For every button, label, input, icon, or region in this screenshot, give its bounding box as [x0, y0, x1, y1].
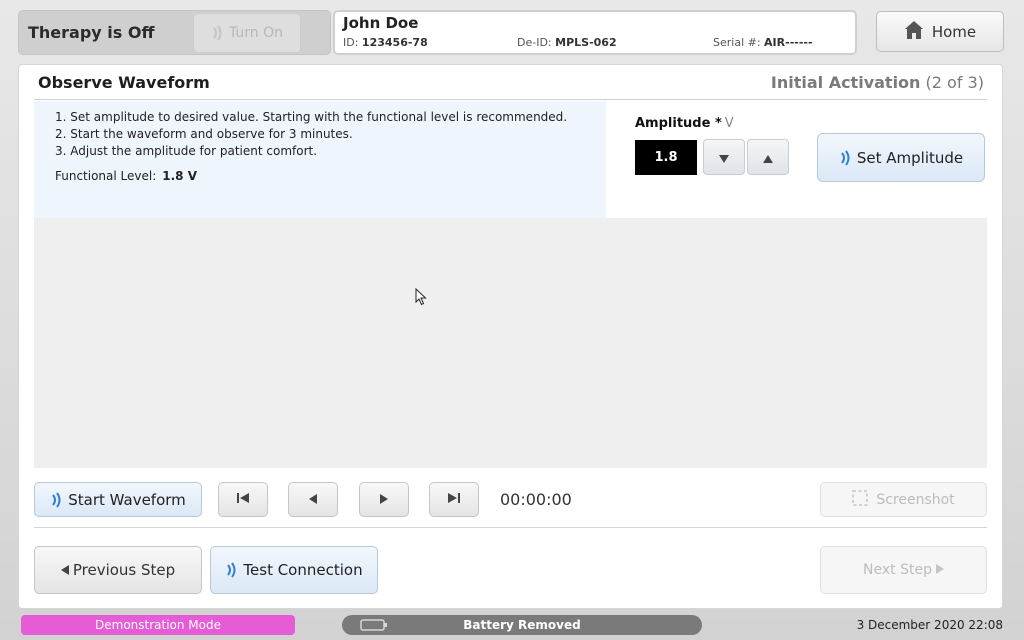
skip-to-start-button[interactable]: [218, 482, 268, 517]
triangle-right-icon: [935, 562, 944, 578]
mouse-cursor-icon: [415, 287, 427, 310]
patient-serial-value: AIR------: [764, 36, 813, 49]
amplitude-decrease-button[interactable]: [703, 139, 745, 175]
patient-panel: John Doe ID: 123456-78 De-ID: MPLS-062 S…: [333, 10, 857, 55]
set-amplitude-label: Set Amplitude: [856, 148, 964, 167]
waveform-display: [34, 218, 987, 468]
turn-on-button[interactable]: Turn On: [193, 13, 301, 53]
patient-name: John Doe: [343, 14, 419, 32]
battery-status-badge: Battery Removed: [342, 615, 702, 635]
amplitude-increase-button[interactable]: [747, 139, 789, 175]
date-time: 3 December 2020 22:08: [856, 618, 1003, 632]
triangle-down-icon: [719, 148, 729, 167]
previous-step-button[interactable]: Previous Step: [34, 546, 202, 594]
skip-forward-icon: [447, 492, 461, 507]
triangle-right-icon: [379, 493, 389, 507]
step-back-button[interactable]: [288, 482, 338, 517]
instructions-panel: 1. Set amplitude to desired value. Start…: [34, 101, 606, 218]
test-connection-label: Test Connection: [243, 561, 363, 579]
functional-level-value: 1.8 V: [162, 169, 197, 183]
next-step-button[interactable]: Next Step: [820, 546, 987, 594]
controls-divider: [34, 527, 987, 528]
functional-level-label: Functional Level:: [55, 169, 157, 183]
patient-deid-value: MPLS-062: [555, 36, 617, 49]
set-amplitude-button[interactable]: Set Amplitude: [817, 133, 985, 182]
play-button[interactable]: [359, 482, 409, 517]
patient-serial-label: Serial #:: [713, 36, 761, 49]
therapy-panel: Therapy is Off Turn On: [18, 10, 331, 55]
main-card: Observe Waveform Initial Activation (2 o…: [18, 64, 1003, 609]
start-waveform-button[interactable]: Start Waveform: [34, 482, 202, 517]
screenshot-label: Screenshot: [876, 491, 955, 508]
patient-id-value: 123456-78: [361, 36, 428, 49]
top-bar: Therapy is Off Turn On John Doe ID: 1234…: [18, 10, 1004, 56]
screenshot-icon: [852, 489, 869, 510]
title-divider: [34, 99, 987, 100]
triangle-left-icon: [60, 561, 69, 579]
amplitude-value-display[interactable]: 1.8: [635, 140, 697, 175]
test-connection-button[interactable]: Test Connection: [210, 546, 378, 594]
previous-step-label: Previous Step: [72, 561, 176, 579]
amplitude-label-text: Amplitude *: [635, 116, 722, 131]
step-current: 2: [931, 73, 942, 92]
triangle-up-icon: [763, 148, 773, 167]
patient-serial: Serial #: AIR------: [713, 36, 813, 49]
signal-icon: [225, 561, 239, 579]
home-icon: [904, 20, 924, 44]
signal-icon: [50, 491, 64, 509]
patient-deid-label: De-ID:: [517, 36, 552, 49]
instruction-3: 3. Adjust the amplitude for patient comf…: [55, 144, 318, 158]
patient-id: ID: 123456-78: [343, 36, 428, 49]
step-name: Initial Activation: [770, 73, 921, 92]
waveform-timer: 00:00:00: [500, 490, 572, 509]
home-button[interactable]: Home: [876, 11, 1004, 52]
battery-status-label: Battery Removed: [463, 618, 581, 632]
next-step-label: Next Step: [863, 562, 932, 578]
step-total: 3: [967, 73, 978, 92]
page-title: Observe Waveform: [38, 73, 210, 92]
amplitude-label: Amplitude * V: [635, 116, 734, 131]
skip-back-icon: [236, 492, 250, 507]
skip-to-end-button[interactable]: [429, 482, 479, 517]
therapy-status: Therapy is Off: [28, 23, 155, 42]
signal-icon: [839, 149, 853, 167]
demonstration-mode-badge: Demonstration Mode: [21, 615, 295, 635]
instruction-1: 1. Set amplitude to desired value. Start…: [55, 110, 568, 124]
home-label: Home: [931, 22, 977, 41]
screenshot-button[interactable]: Screenshot: [820, 482, 987, 517]
turn-on-label: Turn On: [228, 25, 284, 41]
step-indicator: Initial Activation (2 of 3): [770, 73, 984, 92]
signal-icon: [211, 25, 225, 41]
patient-deid: De-ID: MPLS-062: [517, 36, 617, 49]
start-waveform-label: Start Waveform: [68, 490, 186, 509]
functional-level: Functional Level: 1.8 V: [55, 169, 197, 183]
triangle-left-icon: [308, 493, 318, 507]
step-of: of: [947, 73, 963, 92]
patient-id-label: ID:: [343, 36, 359, 49]
amplitude-unit: V: [724, 116, 734, 131]
battery-icon: [360, 619, 388, 634]
instruction-2: 2. Start the waveform and observe for 3 …: [55, 127, 353, 141]
